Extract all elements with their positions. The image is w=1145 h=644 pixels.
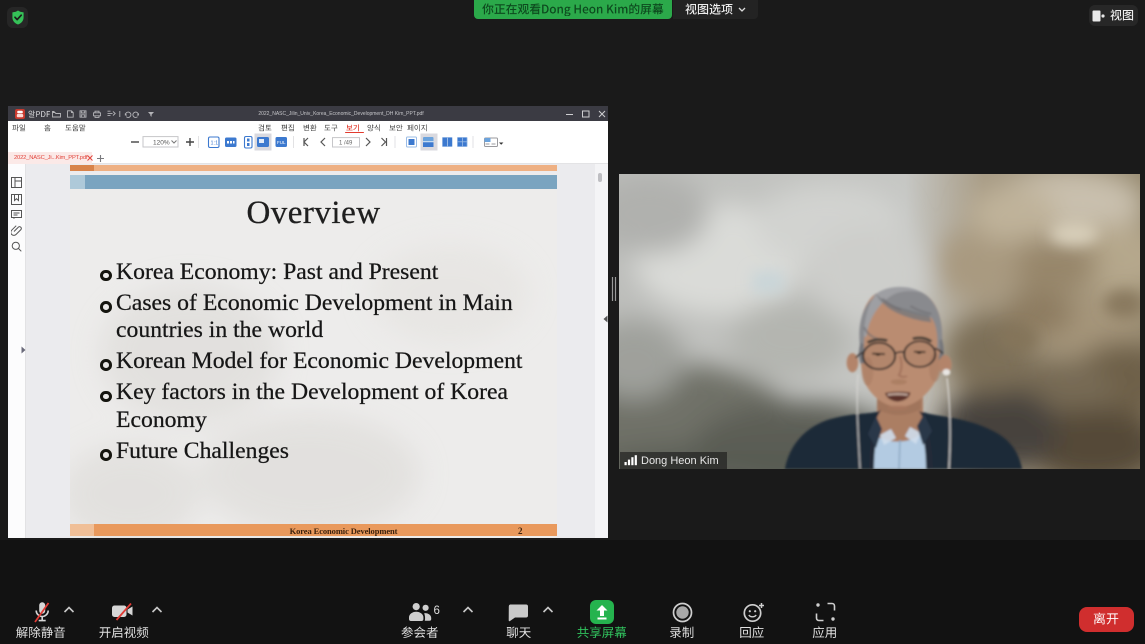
- svg-text:120%: 120%: [153, 140, 170, 147]
- svg-text:1:1: 1:1: [211, 141, 219, 147]
- svg-text:FUL: FUL: [277, 140, 286, 145]
- svg-text:1 /49: 1 /49: [339, 141, 353, 147]
